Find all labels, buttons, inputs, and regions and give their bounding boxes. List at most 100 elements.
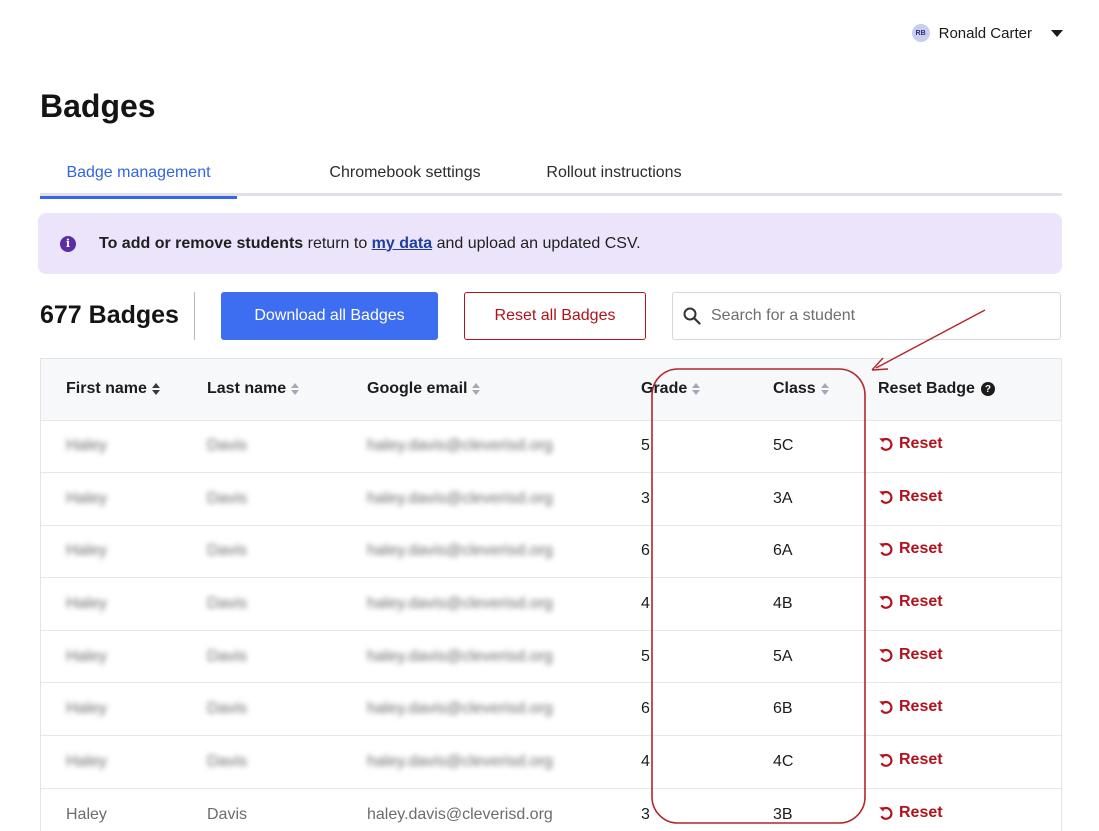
grade-cell: 6 bbox=[641, 542, 650, 560]
first-name-cell: Haley bbox=[66, 595, 107, 613]
reset-label: Reset bbox=[899, 803, 943, 821]
sort-icon[interactable] bbox=[472, 383, 481, 396]
sort-icon[interactable] bbox=[820, 383, 829, 396]
header-label: Grade bbox=[641, 380, 688, 398]
badges-table: First name Last name Google email Grade … bbox=[40, 358, 1062, 831]
class-cell: 3B bbox=[773, 805, 793, 823]
undo-icon bbox=[879, 701, 893, 715]
caret-down-icon[interactable] bbox=[1051, 29, 1063, 37]
sort-icon[interactable] bbox=[692, 383, 701, 396]
last-name-cell: Davis bbox=[207, 805, 248, 823]
tab-badge-management[interactable]: Badge management bbox=[40, 150, 237, 199]
info-banner: i To add or remove students return to my… bbox=[38, 213, 1062, 274]
last-name-cell: Davis bbox=[207, 647, 248, 665]
header-label: Last name bbox=[207, 380, 287, 398]
class-cell: 6A bbox=[773, 542, 793, 560]
search-icon bbox=[683, 307, 701, 325]
tab-rollout-instructions[interactable]: Rollout instructions bbox=[537, 150, 691, 196]
last-name-cell: Davis bbox=[207, 437, 248, 455]
reset-button[interactable]: Reset bbox=[878, 804, 943, 822]
user-menu[interactable]: RB Ronald Carter bbox=[911, 24, 1063, 42]
info-banner-text-2: and upload an updated CSV. bbox=[432, 234, 641, 252]
email-cell: haley.davis@cleverisd.org bbox=[367, 542, 553, 560]
search-input[interactable] bbox=[709, 296, 1060, 336]
first-name-cell: Haley bbox=[66, 647, 107, 665]
email-cell: haley.davis@cleverisd.org bbox=[367, 647, 553, 665]
class-cell: 6B bbox=[773, 700, 793, 718]
undo-icon bbox=[879, 543, 893, 557]
grade-cell: 5 bbox=[641, 437, 650, 455]
undo-icon bbox=[879, 648, 893, 662]
page-title: Badges bbox=[40, 88, 156, 124]
last-name-cell: Davis bbox=[207, 595, 248, 613]
first-name-cell: Haley bbox=[66, 805, 107, 823]
last-name-cell: Davis bbox=[207, 489, 248, 507]
reset-all-badges-button[interactable]: Reset all Badges bbox=[464, 292, 646, 340]
undo-icon bbox=[879, 438, 893, 452]
header-label: Google email bbox=[367, 380, 468, 398]
table-row: Haley Davis haley.davis@cleverisd.org 6 … bbox=[41, 682, 1061, 736]
undo-icon bbox=[879, 596, 893, 609]
reset-label: Reset bbox=[899, 698, 943, 716]
class-cell: 5A bbox=[773, 647, 793, 665]
user-name: Ronald Carter bbox=[938, 24, 1032, 42]
help-icon[interactable]: ? bbox=[980, 382, 995, 397]
reset-label: Reset bbox=[899, 645, 943, 663]
sort-icon[interactable] bbox=[291, 383, 300, 396]
last-name-cell: Davis bbox=[207, 700, 248, 718]
reset-button[interactable]: Reset bbox=[878, 646, 943, 664]
reset-button[interactable]: Reset bbox=[878, 593, 943, 611]
email-cell: haley.davis@cleverisd.org bbox=[367, 805, 553, 823]
table-row: Haley Davis haley.davis@cleverisd.org 5 … bbox=[41, 420, 1061, 473]
download-all-badges-button[interactable]: Download all Badges bbox=[221, 292, 438, 340]
info-icon: i bbox=[60, 235, 76, 252]
header-class[interactable]: Class bbox=[773, 359, 878, 420]
class-cell: 3A bbox=[773, 489, 793, 507]
grade-cell: 5 bbox=[641, 647, 650, 665]
grade-cell: 3 bbox=[641, 805, 650, 823]
header-label: First name bbox=[66, 380, 147, 398]
first-name-cell: Haley bbox=[66, 752, 107, 770]
badge-count: 677 Badges bbox=[40, 301, 179, 329]
reset-button[interactable]: Reset bbox=[878, 698, 943, 716]
table-row: Haley Davis haley.davis@cleverisd.org 3 … bbox=[41, 472, 1061, 526]
reset-button[interactable]: Reset bbox=[878, 435, 943, 453]
reset-button[interactable]: Reset bbox=[878, 540, 943, 558]
tab-chromebook-settings[interactable]: Chromebook settings bbox=[307, 150, 503, 196]
grade-cell: 4 bbox=[641, 752, 650, 770]
undo-icon bbox=[879, 806, 893, 820]
email-cell: haley.davis@cleverisd.org bbox=[367, 595, 553, 613]
last-name-cell: Davis bbox=[207, 752, 248, 770]
reset-button[interactable]: Reset bbox=[878, 488, 943, 506]
reset-label: Reset bbox=[899, 593, 943, 611]
reset-label: Reset bbox=[899, 540, 943, 558]
grade-cell: 3 bbox=[641, 489, 650, 507]
reset-label: Reset bbox=[899, 435, 943, 453]
reset-button[interactable]: Reset bbox=[878, 751, 943, 769]
grade-cell: 4 bbox=[641, 595, 650, 613]
table-row: Haley Davis haley.davis@cleverisd.org 4 … bbox=[41, 735, 1061, 789]
reset-label: Reset bbox=[899, 750, 943, 768]
sort-icon[interactable] bbox=[151, 383, 160, 396]
first-name-cell: Haley bbox=[66, 437, 107, 455]
table-row: Haley Davis haley.davis@cleverisd.org 4 … bbox=[41, 577, 1061, 631]
header-google-email[interactable]: Google email bbox=[367, 359, 641, 420]
last-name-cell: Davis bbox=[207, 542, 248, 560]
table-row: Haley Davis haley.davis@cleverisd.org 3 … bbox=[41, 788, 1061, 831]
table-header-row: First name Last name Google email Grade … bbox=[41, 359, 1061, 420]
table-row: Haley Davis haley.davis@cleverisd.org 6 … bbox=[41, 525, 1061, 578]
email-cell: haley.davis@cleverisd.org bbox=[367, 700, 553, 718]
header-grade[interactable]: Grade bbox=[641, 359, 773, 420]
header-last-name[interactable]: Last name bbox=[207, 359, 367, 420]
avatar: RB bbox=[911, 24, 930, 42]
tab-bar: Badge management Chromebook settings Rol… bbox=[40, 150, 1062, 199]
header-label: Class bbox=[773, 380, 816, 398]
my-data-link[interactable]: my data bbox=[372, 235, 432, 252]
search-box[interactable] bbox=[672, 292, 1061, 340]
email-cell: haley.davis@cleverisd.org bbox=[367, 437, 553, 455]
grade-cell: 6 bbox=[641, 700, 650, 718]
email-cell: haley.davis@cleverisd.org bbox=[367, 489, 553, 507]
class-cell: 5C bbox=[773, 437, 794, 455]
class-cell: 4C bbox=[773, 752, 794, 770]
header-first-name[interactable]: First name bbox=[41, 359, 207, 420]
